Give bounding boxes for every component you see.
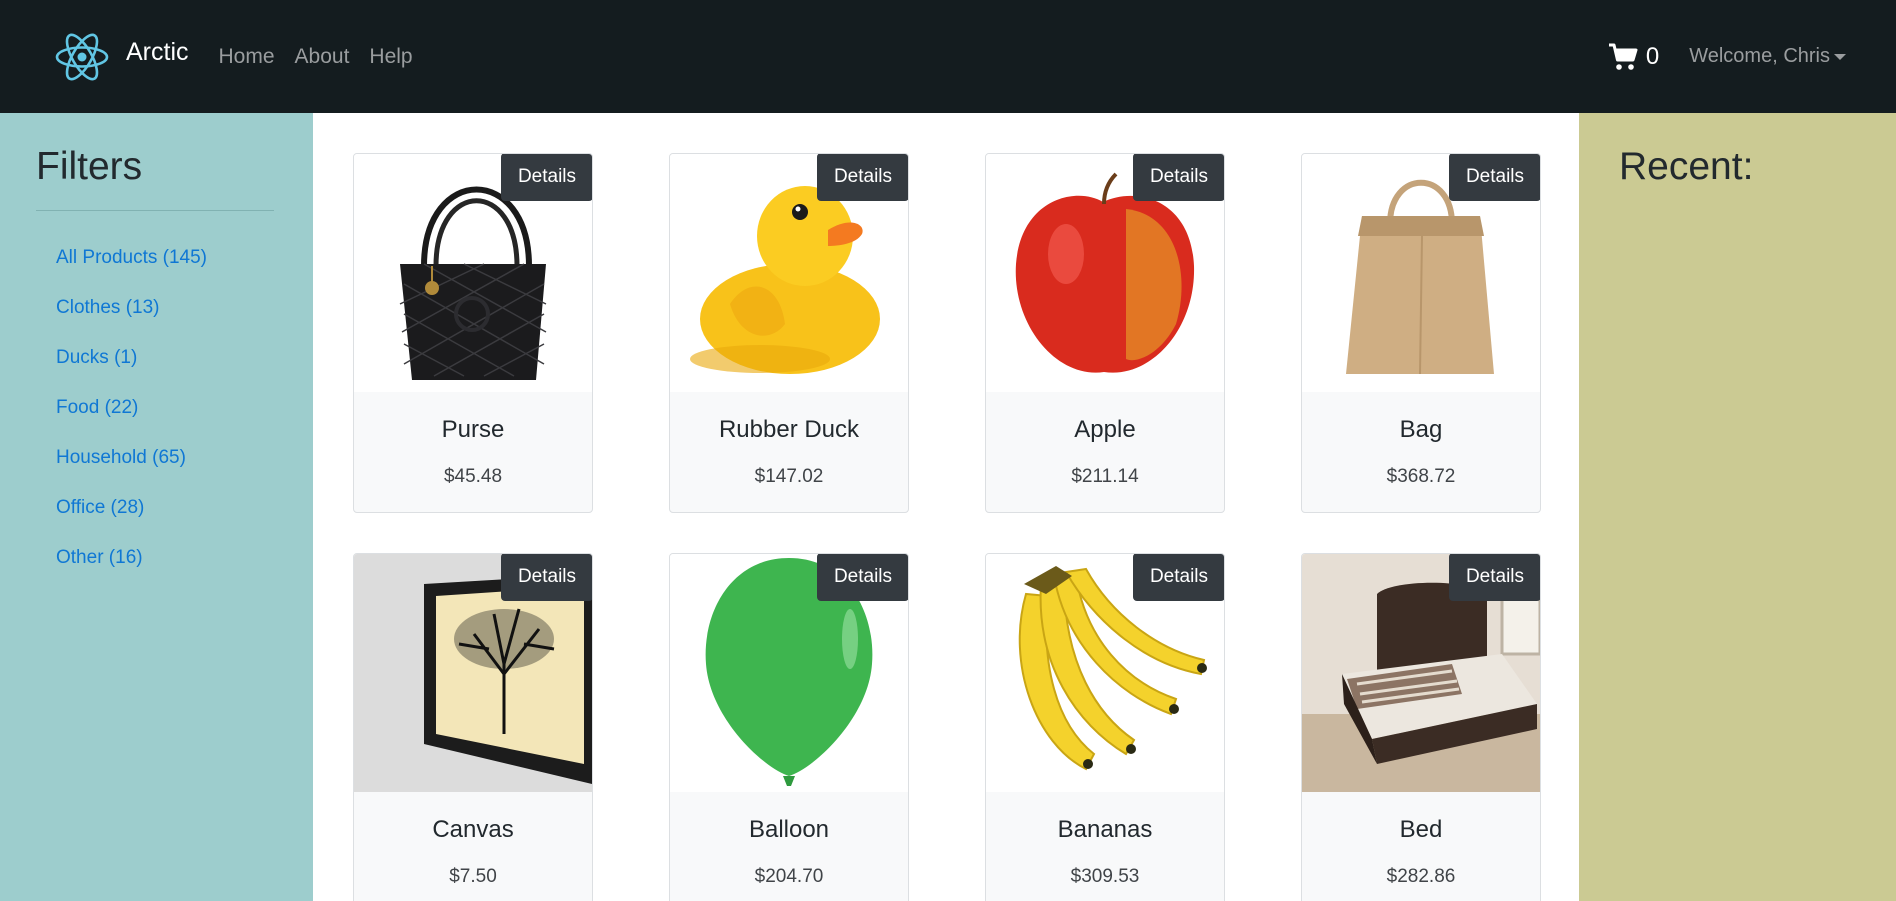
product-price: $309.53 <box>1070 866 1140 887</box>
product-card[interactable]: Details Canvas $7.50 <box>353 553 593 901</box>
details-button[interactable]: Details <box>1449 554 1540 601</box>
brand-link[interactable]: Arctic <box>54 29 189 85</box>
product-price: $147.02 <box>754 466 824 487</box>
details-button[interactable]: Details <box>501 554 592 601</box>
filter-office[interactable]: Office (28) <box>56 495 207 545</box>
user-greeting: Welcome, Chris <box>1689 45 1830 67</box>
product-card[interactable]: Details Apple $211.14 <box>985 153 1225 513</box>
product-name: Bed <box>1399 816 1443 843</box>
top-navbar: Arctic Home About Help 0 Welcome, Chris <box>0 0 1896 113</box>
product-name: Bananas <box>1057 816 1153 843</box>
product-grid: Details Purse $45.48 Details Rubber Duck… <box>313 113 1579 901</box>
product-name: Apple <box>1074 416 1136 443</box>
nav-link-help[interactable]: Help <box>369 45 412 69</box>
product-name: Bag <box>1399 416 1443 443</box>
brand-name: Arctic <box>126 38 189 66</box>
nav-link-home[interactable]: Home <box>219 45 275 69</box>
product-card[interactable]: Details Balloon $204.70 <box>669 553 909 901</box>
filter-ducks[interactable]: Ducks (1) <box>56 345 207 395</box>
product-card[interactable]: Details Bag $368.72 <box>1301 153 1541 513</box>
details-button[interactable]: Details <box>1449 154 1540 201</box>
card-body: Bag $368.72 <box>1302 392 1540 512</box>
filter-list: All Products (145) Clothes (13) Ducks (1… <box>56 245 207 595</box>
product-price: $45.48 <box>443 466 503 487</box>
product-price: $7.50 <box>449 866 497 887</box>
product-name: Rubber Duck <box>718 416 860 443</box>
nav-right: 0 Welcome, Chris <box>1608 43 1846 71</box>
card-body: Bananas $309.53 <box>986 792 1224 901</box>
atom-logo-icon <box>55 33 109 80</box>
user-dropdown-toggle[interactable]: Welcome, Chris <box>1689 45 1846 68</box>
product-card[interactable]: Details Rubber Duck $147.02 <box>669 153 909 513</box>
filter-household[interactable]: Household (65) <box>56 445 207 495</box>
card-body: Purse $45.48 <box>354 392 592 512</box>
product-price: $282.86 <box>1386 866 1456 887</box>
product-card[interactable]: Details Bed $282.86 <box>1301 553 1541 901</box>
filter-other[interactable]: Other (16) <box>56 545 207 595</box>
filter-all-products[interactable]: All Products (145) <box>56 245 207 295</box>
recent-panel: Recent: <box>1579 113 1896 901</box>
recent-heading: Recent: <box>1619 145 1754 188</box>
card-body: Bed $282.86 <box>1302 792 1540 901</box>
product-card[interactable]: Details Bananas $309.53 <box>985 553 1225 901</box>
nav-links: Home About Help <box>219 45 433 69</box>
card-body: Rubber Duck $147.02 <box>670 392 908 512</box>
card-body: Balloon $204.70 <box>670 792 908 901</box>
cart-button[interactable]: 0 <box>1608 43 1659 71</box>
filters-sidebar: Filters All Products (145) Clothes (13) … <box>0 113 313 901</box>
card-body: Canvas $7.50 <box>354 792 592 901</box>
product-name: Purse <box>441 416 505 443</box>
product-name: Canvas <box>432 816 514 843</box>
details-button[interactable]: Details <box>1133 154 1224 201</box>
shopping-cart-icon <box>1608 43 1638 70</box>
product-price: $368.72 <box>1386 466 1456 487</box>
chevron-down-icon <box>1834 53 1846 60</box>
product-price: $204.70 <box>754 866 824 887</box>
card-body: Apple $211.14 <box>986 392 1224 512</box>
cart-count: 0 <box>1645 42 1660 70</box>
nav-link-about[interactable]: About <box>295 45 350 69</box>
details-button[interactable]: Details <box>817 554 908 601</box>
details-button[interactable]: Details <box>817 154 908 201</box>
filter-food[interactable]: Food (22) <box>56 395 207 445</box>
product-card[interactable]: Details Purse $45.48 <box>353 153 593 513</box>
divider <box>36 210 274 211</box>
filters-heading: Filters <box>36 145 143 188</box>
product-name: Balloon <box>748 816 830 843</box>
details-button[interactable]: Details <box>1133 554 1224 601</box>
product-price: $211.14 <box>1071 466 1139 487</box>
details-button[interactable]: Details <box>501 154 592 201</box>
filter-clothes[interactable]: Clothes (13) <box>56 295 207 345</box>
